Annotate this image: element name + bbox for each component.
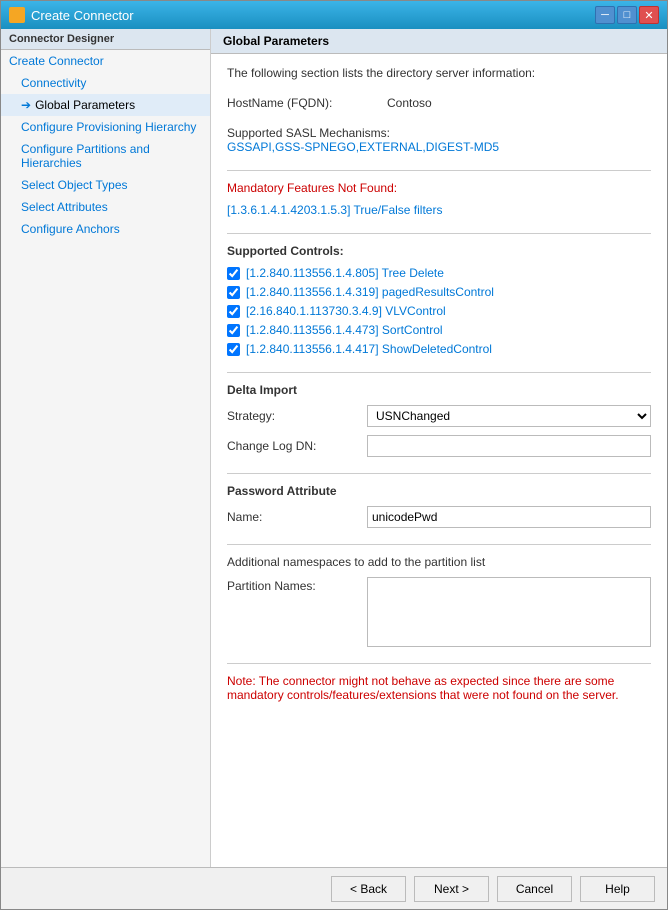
mandatory-features-title: Mandatory Features Not Found:	[227, 181, 651, 195]
divider-1	[227, 170, 651, 171]
change-log-dn-label: Change Log DN:	[227, 439, 367, 453]
strategy-row: Strategy: USNChanged Changelog ActiveDir…	[227, 405, 651, 427]
window-title: Create Connector	[31, 8, 134, 23]
delta-import-section: Delta Import Strategy: USNChanged Change…	[227, 383, 651, 457]
control-row-2: [1.2.840.113556.1.4.319] pagedResultsCon…	[227, 285, 651, 299]
main-window: Create Connector ─ □ ✕ Connector Designe…	[0, 0, 668, 910]
control-row-3: [2.16.840.1.113730.3.4.9] VLVControl	[227, 304, 651, 318]
mandatory-features-value: [1.3.6.1.4.1.4203.1.5.3] True/False filt…	[227, 203, 651, 217]
sidebar-item-global-parameters[interactable]: ➔ Global Parameters	[1, 94, 210, 116]
hostname-label: HostName (FQDN):	[227, 96, 387, 110]
control-row-4: [1.2.840.113556.1.4.473] SortControl	[227, 323, 651, 337]
title-bar-left: Create Connector	[9, 7, 134, 23]
strategy-select[interactable]: USNChanged Changelog ActiveDirectoryUSN	[367, 405, 651, 427]
password-attribute-section: Password Attribute Name:	[227, 484, 651, 528]
divider-4	[227, 473, 651, 474]
control-checkbox-1[interactable]	[227, 267, 240, 280]
active-arrow-icon: ➔	[21, 98, 31, 112]
footer: < Back Next > Cancel Help	[1, 867, 667, 909]
sidebar-item-create-connector[interactable]: Create Connector	[1, 50, 210, 72]
control-row-1: [1.2.840.113556.1.4.805] Tree Delete	[227, 266, 651, 280]
partition-names-label: Partition Names:	[227, 577, 367, 593]
name-label: Name:	[227, 510, 367, 524]
sasl-label: Supported SASL Mechanisms:	[227, 126, 651, 140]
additional-ns-title: Additional namespaces to add to the part…	[227, 555, 651, 569]
divider-5	[227, 544, 651, 545]
delta-import-title: Delta Import	[227, 383, 651, 397]
sasl-section: Supported SASL Mechanisms: GSSAPI,GSS-SP…	[227, 126, 651, 154]
strategy-label: Strategy:	[227, 409, 367, 423]
intro-section: The following section lists the director…	[227, 66, 651, 80]
hostname-section: HostName (FQDN): Contoso	[227, 96, 651, 110]
hostname-value: Contoso	[387, 96, 432, 110]
control-checkbox-4[interactable]	[227, 324, 240, 337]
main-content: The following section lists the director…	[211, 54, 667, 867]
mandatory-features-section: Mandatory Features Not Found: [1.3.6.1.4…	[227, 181, 651, 217]
partition-names-row: Partition Names:	[227, 577, 651, 647]
partition-names-textarea[interactable]	[367, 577, 651, 647]
sidebar-item-select-object-types[interactable]: Select Object Types	[1, 174, 210, 196]
note-text: Note: The connector might not behave as …	[227, 674, 651, 702]
control-label-2: [1.2.840.113556.1.4.319] pagedResultsCon…	[246, 285, 494, 299]
sidebar-item-configure-partitions[interactable]: Configure Partitions and Hierarchies	[1, 138, 210, 174]
next-button[interactable]: Next >	[414, 876, 489, 902]
sidebar-header: Connector Designer	[1, 29, 210, 50]
supported-controls-title: Supported Controls:	[227, 244, 651, 258]
maximize-button[interactable]: □	[617, 6, 637, 24]
content-area: Connector Designer Create Connector Conn…	[1, 29, 667, 867]
divider-6	[227, 663, 651, 664]
sidebar-item-connectivity[interactable]: Connectivity	[1, 72, 210, 94]
close-button[interactable]: ✕	[639, 6, 659, 24]
sidebar-item-configure-anchors[interactable]: Configure Anchors	[1, 218, 210, 240]
main-panel-header: Global Parameters	[211, 29, 667, 54]
sasl-value: GSSAPI,GSS-SPNEGO,EXTERNAL,DIGEST-MD5	[227, 140, 651, 154]
control-label-4: [1.2.840.113556.1.4.473] SortControl	[246, 323, 443, 337]
note-section: Note: The connector might not behave as …	[227, 674, 651, 702]
hostname-row: HostName (FQDN): Contoso	[227, 96, 651, 110]
intro-text: The following section lists the director…	[227, 66, 651, 80]
control-label-3: [2.16.840.1.113730.3.4.9] VLVControl	[246, 304, 446, 318]
sidebar-item-configure-provisioning[interactable]: Configure Provisioning Hierarchy	[1, 116, 210, 138]
minimize-button[interactable]: ─	[595, 6, 615, 24]
control-label-5: [1.2.840.113556.1.4.417] ShowDeletedCont…	[246, 342, 492, 356]
divider-2	[227, 233, 651, 234]
cancel-button[interactable]: Cancel	[497, 876, 572, 902]
sidebar: Connector Designer Create Connector Conn…	[1, 29, 211, 867]
title-bar: Create Connector ─ □ ✕	[1, 1, 667, 29]
control-checkbox-2[interactable]	[227, 286, 240, 299]
back-button[interactable]: < Back	[331, 876, 406, 902]
additional-ns-section: Additional namespaces to add to the part…	[227, 555, 651, 647]
password-attribute-title: Password Attribute	[227, 484, 651, 498]
change-log-dn-input[interactable]	[367, 435, 651, 457]
control-label-1: [1.2.840.113556.1.4.805] Tree Delete	[246, 266, 444, 280]
name-input[interactable]	[367, 506, 651, 528]
control-checkbox-3[interactable]	[227, 305, 240, 318]
app-icon	[9, 7, 25, 23]
sidebar-item-select-attributes[interactable]: Select Attributes	[1, 196, 210, 218]
help-button[interactable]: Help	[580, 876, 655, 902]
control-row-5: [1.2.840.113556.1.4.417] ShowDeletedCont…	[227, 342, 651, 356]
main-panel: Global Parameters The following section …	[211, 29, 667, 867]
change-log-dn-row: Change Log DN:	[227, 435, 651, 457]
supported-controls-section: Supported Controls: [1.2.840.113556.1.4.…	[227, 244, 651, 356]
name-row: Name:	[227, 506, 651, 528]
control-checkbox-5[interactable]	[227, 343, 240, 356]
title-bar-controls: ─ □ ✕	[595, 6, 659, 24]
divider-3	[227, 372, 651, 373]
